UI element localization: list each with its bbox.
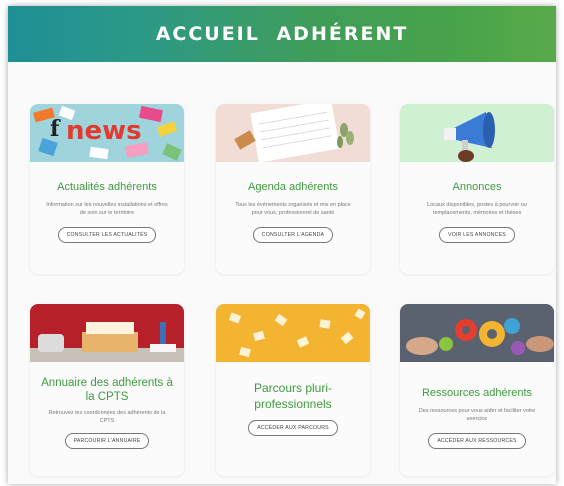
puzzle-pieces-icon [228, 308, 366, 358]
card-annuaire[interactable]: Annuaire des adhérents à la CPTS Retrouv… [30, 304, 184, 476]
parcours-illustration [216, 304, 370, 362]
card-description: Information sur les nouvelles installati… [46, 202, 168, 216]
annonces-illustration [400, 104, 554, 162]
header-banner: ACCUEIL ADHÉRENT [8, 6, 556, 62]
card-title: Agenda adhérents [248, 181, 338, 193]
card-description: Tous les événements organisés et mis en … [235, 202, 351, 216]
page-frame: ACCUEIL ADHÉRENT news f Actualités adhér… [8, 6, 556, 484]
card-title: Annuaire des adhérents à la CPTS [41, 377, 173, 403]
news-collage-icon: news f [33, 105, 182, 161]
card-index-icon [30, 322, 184, 362]
acceder-ressources-button[interactable]: ACCÉDER AUX RESSOURCES [428, 433, 526, 449]
consulter-agenda-button[interactable]: CONSULTER L'AGENDA [252, 227, 334, 243]
card-description: Locaux disponibles, postes à pourvoir ou… [427, 202, 527, 216]
svg-text:f: f [50, 116, 61, 142]
page-title: ACCUEIL ADHÉRENT [155, 23, 409, 45]
notebook-icon [234, 104, 354, 162]
card-ressources[interactable]: Ressources adhérents Des ressources pour… [400, 304, 554, 476]
card-description: Des ressources pour vous aider et facili… [418, 408, 536, 422]
card-title: Parcours pluri-professionnels [253, 381, 333, 411]
parcourir-annuaire-button[interactable]: PARCOURIR L'ANNUAIRE [64, 433, 150, 449]
megaphone-icon [444, 112, 495, 162]
consulter-actualites-button[interactable]: CONSULTER LES ACTUALITÉS [57, 227, 157, 243]
card-title: Annonces [452, 181, 502, 193]
card-title: Actualités adhérents [57, 181, 157, 193]
svg-text:news: news [66, 116, 142, 146]
card-title: Ressources adhérents [421, 387, 533, 399]
cards-grid: news f Actualités adhérents Information … [8, 62, 556, 484]
news-illustration: news f [30, 104, 184, 162]
card-parcours[interactable]: Parcours pluri-professionnels ACCÉDER AU… [216, 304, 370, 476]
ressources-illustration [400, 304, 554, 362]
agenda-illustration [216, 104, 370, 162]
card-agenda[interactable]: Agenda adhérents Tous les événements org… [216, 104, 370, 274]
gears-icon [406, 318, 554, 355]
card-actualites[interactable]: news f Actualités adhérents Information … [30, 104, 184, 274]
card-annonces[interactable]: Annonces Locaux disponibles, postes à po… [400, 104, 554, 274]
annuaire-illustration [30, 304, 184, 362]
acceder-parcours-button[interactable]: ACCÉDER AUX PARCOURS [248, 420, 338, 436]
voir-annonces-button[interactable]: VOIR LES ANNONCES [439, 227, 515, 243]
card-description: Retrouvez les coordonnées des adhérents … [48, 410, 166, 424]
